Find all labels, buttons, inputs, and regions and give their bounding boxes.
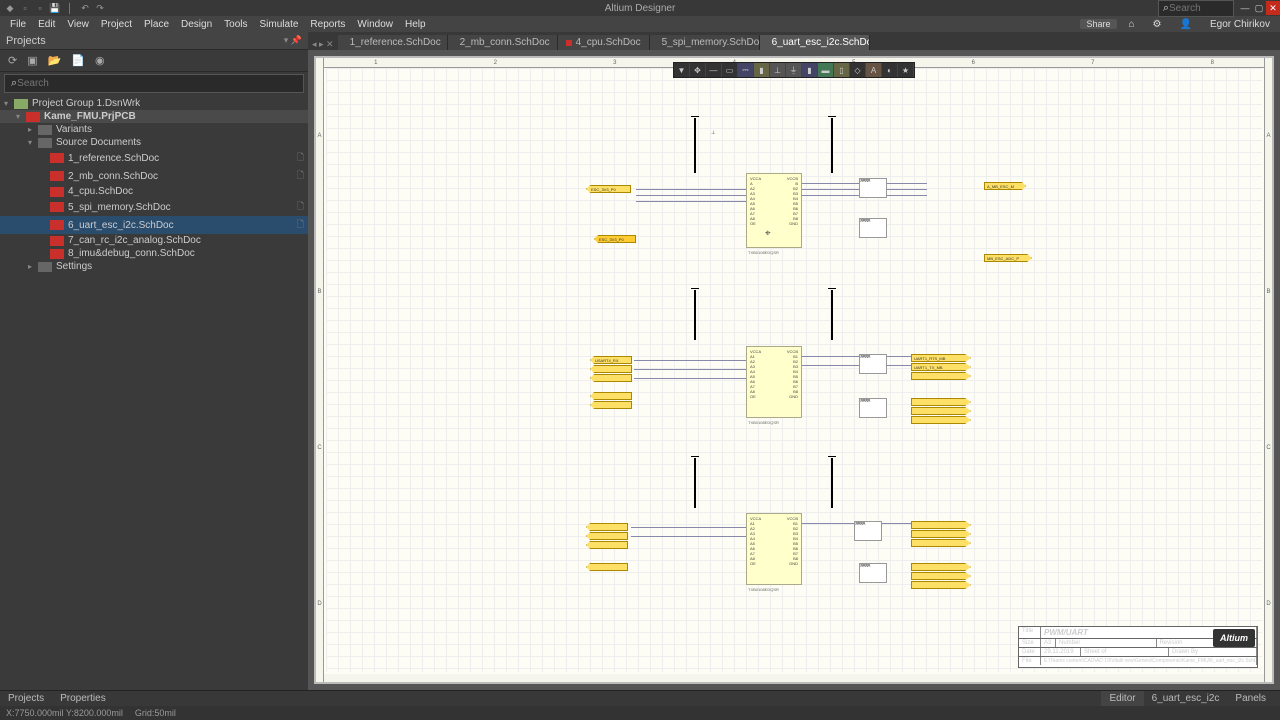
tree-variants[interactable]: ▸Variants: [0, 123, 308, 136]
menubar: File Edit View Project Place Design Tool…: [0, 16, 1280, 32]
title-block: TitlePWM/UART SizeA3NumberRevision Date2…: [1018, 626, 1258, 668]
status-bar: X:7750.000mil Y:8200.000mil Grid:50mil: [0, 706, 1280, 720]
netlabel-icon[interactable]: ⊥: [770, 63, 786, 77]
app-icon: ◆: [4, 2, 16, 14]
minimize-button[interactable]: —: [1238, 1, 1252, 15]
menu-file[interactable]: File: [4, 19, 32, 30]
user-avatar-icon[interactable]: 👤: [1174, 19, 1198, 30]
new-icon[interactable]: ▫: [19, 2, 31, 14]
cursor-indicator: ⌖: [765, 228, 771, 239]
doc-tab-active[interactable]: 6_uart_esc_i2c.SchDoc: [760, 35, 870, 50]
move-icon[interactable]: ✥: [690, 63, 706, 77]
tree-file-active[interactable]: 6_uart_esc_i2c.SchDoc🗋: [0, 216, 308, 234]
bottom-tab-projects[interactable]: Projects: [0, 691, 52, 706]
tree-file[interactable]: 4_cpu.SchDoc: [0, 185, 308, 198]
active-bar-toolbar: ▼ ✥ — ▭ ⎓ ▮ ⊥ ⏚ ▮ ▬ ▯ ◇ A ◐ ★: [673, 62, 915, 78]
menu-view[interactable]: View: [61, 19, 95, 30]
add-icon[interactable]: 📄: [71, 54, 85, 67]
tree-file[interactable]: 2_mb_conn.SchDoc🗋: [0, 167, 308, 185]
settings-icon[interactable]: ⚙: [1147, 19, 1168, 30]
tab-nav-left-icon[interactable]: ◂ ▸ ✕: [308, 39, 338, 50]
projects-search[interactable]: ⌕: [4, 74, 304, 93]
schematic-canvas[interactable]: 12345678 ABCD ABCD ▼ ✥ — ▭ ⎓ ▮ ⊥ ⏚ ▮ ▬ ▯…: [314, 56, 1274, 684]
projects-search-input[interactable]: [17, 78, 297, 89]
close-button[interactable]: ✕: [1266, 1, 1280, 15]
filter-icon[interactable]: ▼: [674, 63, 690, 77]
tree-workspace[interactable]: ▾Project Group 1.DsnWrk: [0, 97, 308, 110]
part-icon[interactable]: ◇: [850, 63, 866, 77]
ruler-left: ABCD: [316, 58, 324, 682]
project-tree[interactable]: ▾Project Group 1.DsnWrk ▾Kame_FMU.PrjPCB…: [0, 95, 308, 690]
doc-tab[interactable]: 2_mb_conn.SchDoc: [448, 35, 558, 50]
tree-file[interactable]: 1_reference.SchDoc🗋: [0, 149, 308, 167]
ruler-right: ABCD: [1264, 58, 1272, 682]
tree-file[interactable]: 8_imu&debug_conn.SchDoc: [0, 247, 308, 260]
menu-place[interactable]: Place: [138, 19, 175, 30]
doc-tab[interactable]: 5_spi_memory.SchDoc: [650, 35, 760, 50]
menu-tools[interactable]: Tools: [218, 19, 253, 30]
global-search-input[interactable]: [1169, 3, 1229, 14]
tree-project[interactable]: ▾Kame_FMU.PrjPCB: [0, 110, 308, 123]
maximize-button[interactable]: ▢: [1252, 1, 1266, 15]
home-icon[interactable]: ⌂: [1123, 19, 1141, 30]
panel-title: Projects: [6, 35, 46, 47]
harness-icon[interactable]: ▬: [818, 63, 834, 77]
tree-file[interactable]: 7_can_rc_i2c_analog.SchDoc: [0, 234, 308, 247]
wire-icon[interactable]: ⎓: [738, 63, 754, 77]
redo-icon[interactable]: ↷: [94, 2, 106, 14]
document-tabs: ◂ ▸ ✕ 1_reference.SchDoc 2_mb_conn.SchDo…: [308, 32, 1280, 50]
panel-pin-icon[interactable]: 📌: [291, 35, 302, 45]
line-icon[interactable]: —: [706, 63, 722, 77]
global-search[interactable]: ⌕: [1158, 0, 1234, 17]
text-icon[interactable]: A: [866, 63, 882, 77]
menu-edit[interactable]: Edit: [32, 19, 61, 30]
open-icon[interactable]: ▫: [34, 2, 46, 14]
port-icon[interactable]: ▮: [754, 63, 770, 77]
save-icon[interactable]: 💾: [49, 2, 61, 14]
tree-source-docs[interactable]: ▾Source Documents: [0, 136, 308, 149]
doc-tab[interactable]: 4_cpu.SchDoc: [558, 35, 650, 50]
bottom-tab-properties[interactable]: Properties: [52, 691, 114, 706]
status-grid: Grid:50mil: [135, 708, 176, 718]
editor-filename: 6_uart_esc_i2c: [1144, 691, 1228, 706]
menu-reports[interactable]: Reports: [304, 19, 351, 30]
menu-simulate[interactable]: Simulate: [254, 19, 305, 30]
user-name[interactable]: Egor Chirikov: [1204, 19, 1276, 30]
doc-tab[interactable]: 1_reference.SchDoc: [338, 35, 448, 50]
projects-panel: Projects ▾ 📌 ⟳ ▣ 📂 📄 ◉ ⌕ ▾Project Group …: [0, 32, 308, 690]
app-title: Altium Designer: [605, 3, 676, 14]
altium-logo: Altium: [1213, 629, 1255, 647]
tree-settings[interactable]: ▸Settings: [0, 260, 308, 273]
menu-help[interactable]: Help: [399, 19, 432, 30]
directive-icon[interactable]: ◐: [882, 63, 898, 77]
share-button[interactable]: Share: [1080, 19, 1116, 29]
gnd-icon[interactable]: ⏚: [786, 63, 802, 77]
panels-button[interactable]: Panels: [1227, 691, 1274, 706]
menu-window[interactable]: Window: [351, 19, 399, 30]
menu-project[interactable]: Project: [95, 19, 138, 30]
undo-icon[interactable]: ↶: [79, 2, 91, 14]
bus-icon[interactable]: ▮: [802, 63, 818, 77]
editor-tab[interactable]: Editor: [1101, 691, 1143, 706]
tree-file[interactable]: 5_spi_memory.SchDoc🗋: [0, 198, 308, 216]
sheet-icon[interactable]: ▯: [834, 63, 850, 77]
box-icon[interactable]: ▭: [722, 63, 738, 77]
favorite-icon[interactable]: ★: [898, 63, 914, 77]
refresh-icon[interactable]: ⟳: [8, 54, 17, 67]
menu-design[interactable]: Design: [175, 19, 218, 30]
divider-icon: │: [64, 2, 76, 14]
compile-icon[interactable]: ▣: [27, 54, 37, 67]
vcs-icon[interactable]: ◉: [95, 54, 105, 67]
panel-dropdown-icon[interactable]: ▾: [284, 35, 289, 45]
open-proj-icon[interactable]: 📂: [48, 54, 62, 67]
panel-toolbar: ⟳ ▣ 📂 📄 ◉: [0, 50, 308, 72]
status-coords: X:7750.000mil Y:8200.000mil: [6, 708, 123, 718]
